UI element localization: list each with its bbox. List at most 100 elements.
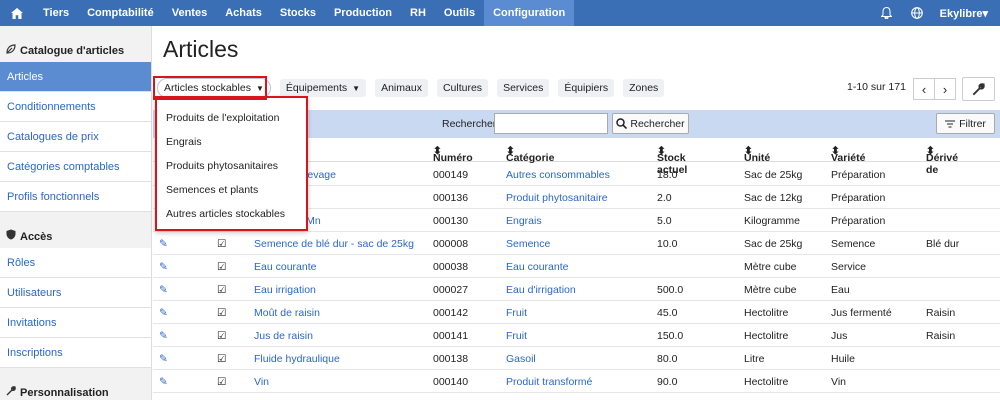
article-category-link[interactable]: Gasoil — [506, 353, 536, 365]
sidebar-section-title: Catalogue d'articles — [20, 45, 125, 57]
article-category-link[interactable]: Produit phytosanitaire — [506, 192, 608, 204]
search-label: Rechercher — [442, 118, 497, 130]
article-name-link[interactable]: Fluide hydraulique — [254, 353, 340, 365]
pencil-icon[interactable]: ✎ — [159, 330, 168, 342]
article-category-link[interactable]: Semence — [506, 238, 550, 250]
article-category-link[interactable]: Produit transformé — [506, 376, 592, 388]
page-title: Articles — [163, 36, 239, 62]
col-unite[interactable]: Unité ⬍ — [744, 145, 770, 164]
filter-icon — [945, 120, 956, 127]
sidebar-section-acces: Accès — [0, 212, 151, 248]
sidebar-item-catalogues-de-prix[interactable]: Catalogues de prix — [0, 122, 151, 152]
sidebar-section-title: Accès — [20, 231, 53, 243]
article-stock: 500.0 — [657, 284, 684, 296]
article-category-link[interactable]: Engrais — [506, 215, 542, 227]
dropdown-item-engrais[interactable]: Engrais — [157, 130, 306, 154]
article-category-link[interactable]: Fruit — [506, 330, 527, 342]
checkbox-checked-icon: ☑ — [217, 376, 227, 388]
pager-text: 1-10 sur 171 — [847, 81, 906, 93]
filter-equipements[interactable]: Équipements ▼ — [279, 79, 367, 97]
article-derived: Raisin — [926, 307, 956, 319]
sidebar-item-utilisateurs[interactable]: Utilisateurs — [0, 278, 151, 308]
sidebar-item-articles[interactable]: Articles — [0, 62, 151, 92]
article-number: 000130 — [433, 215, 469, 227]
col-derive-de[interactable]: Dérivé de ⬍ — [926, 145, 958, 176]
article-variety: Service — [831, 261, 867, 273]
filter-zones[interactable]: Zones — [623, 79, 665, 97]
nav-rh[interactable]: RH — [401, 0, 435, 26]
pencil-icon[interactable]: ✎ — [159, 353, 168, 365]
article-variety: Préparation — [831, 192, 886, 204]
settings-wrench-button[interactable] — [962, 77, 995, 101]
user-menu[interactable]: Ekylibre▾ — [932, 7, 1000, 20]
article-derived: Blé dur — [926, 238, 960, 250]
chevron-left-icon[interactable]: ‹ — [913, 78, 935, 100]
article-name-link[interactable]: Jus de raisin — [254, 330, 313, 342]
article-number: 000149 — [433, 169, 469, 181]
dropdown-item-autres-articles[interactable]: Autres articles stockables — [157, 202, 306, 226]
article-name-link[interactable]: Semence de blé dur - sac de 25kg — [254, 238, 414, 250]
pencil-icon[interactable]: ✎ — [159, 376, 168, 388]
article-variety: Huile — [831, 353, 855, 365]
dropdown-item-produits-exploitation[interactable]: Produits de l'exploitation — [157, 106, 306, 130]
article-stock: 5.0 — [657, 215, 672, 227]
wrench-icon — [6, 386, 16, 399]
pencil-icon[interactable]: ✎ — [159, 284, 168, 296]
col-stock-actuel[interactable]: Stock actuel ⬍ — [657, 145, 687, 176]
pencil-icon[interactable]: ✎ — [159, 307, 168, 319]
article-number: 000140 — [433, 376, 469, 388]
pencil-icon[interactable]: ✎ — [159, 238, 168, 250]
sidebar-item-invitations[interactable]: Invitations — [0, 308, 151, 338]
filter-animaux[interactable]: Animaux — [375, 79, 428, 97]
article-stock: 45.0 — [657, 307, 678, 319]
article-number: 000141 — [433, 330, 469, 342]
article-category-link[interactable]: Autres consommables — [506, 169, 610, 181]
sidebar-item-inscriptions[interactable]: Inscriptions — [0, 338, 151, 368]
nav-outils[interactable]: Outils — [435, 0, 484, 26]
nav-achats[interactable]: Achats — [216, 0, 271, 26]
home-icon[interactable] — [0, 0, 34, 26]
nav-production[interactable]: Production — [325, 0, 401, 26]
sidebar-section-catalogue: Catalogue d'articles — [0, 26, 151, 62]
article-category-link[interactable]: Eau d'irrigation — [506, 284, 576, 296]
article-category-link[interactable]: Fruit — [506, 307, 527, 319]
col-categorie[interactable]: Catégorie ⬍ — [506, 145, 554, 164]
sidebar-item-roles[interactable]: Rôles — [0, 248, 151, 278]
nav-stocks[interactable]: Stocks — [271, 0, 325, 26]
article-name-link[interactable]: Eau courante — [254, 261, 316, 273]
article-name-link[interactable]: Vin — [254, 376, 269, 388]
article-unit: Sac de 12kg — [744, 192, 803, 204]
nav-configuration[interactable]: Configuration — [484, 0, 575, 26]
article-name-link[interactable]: Eau irrigation — [254, 284, 316, 296]
article-stock: 10.0 — [657, 238, 678, 250]
search-button[interactable]: Rechercher — [612, 113, 689, 134]
article-category-link[interactable]: Eau courante — [506, 261, 568, 273]
sidebar-item-categories-comptables[interactable]: Catégories comptables — [0, 152, 151, 182]
checkbox-checked-icon: ☑ — [217, 261, 227, 273]
pencil-icon[interactable]: ✎ — [159, 261, 168, 273]
article-variety: Préparation — [831, 215, 886, 227]
dropdown-item-semences-plants[interactable]: Semences et plants — [157, 178, 306, 202]
nav-ventes[interactable]: Ventes — [163, 0, 216, 26]
sidebar-item-profils-fonctionnels[interactable]: Profils fonctionnels — [0, 182, 151, 212]
nav-tiers[interactable]: Tiers — [34, 0, 78, 26]
filter-button[interactable]: Filtrer — [936, 113, 995, 134]
nav-comptabilite[interactable]: Comptabilité — [78, 0, 163, 26]
sidebar-item-conditionnements[interactable]: Conditionnements — [0, 92, 151, 122]
filter-equipiers[interactable]: Équipiers — [558, 79, 615, 97]
col-variete[interactable]: Variété ⬍ — [831, 145, 865, 164]
bell-icon[interactable] — [872, 7, 902, 19]
filter-services[interactable]: Services — [497, 79, 550, 97]
article-stock: 90.0 — [657, 376, 678, 388]
chevron-right-icon[interactable]: › — [934, 78, 956, 100]
article-unit: Sac de 25kg — [744, 238, 803, 250]
table-row: ✎ ☑ Eau courante 000038 Eau courante Mètre cu… — [153, 255, 1000, 278]
checkbox-checked-icon: ☑ — [217, 307, 227, 319]
globe-icon[interactable] — [902, 7, 932, 19]
filter-cultures[interactable]: Cultures — [436, 79, 489, 97]
search-input[interactable] — [494, 113, 608, 134]
col-numero[interactable]: Numéro ⬍ — [433, 145, 473, 164]
table-row: ✎ ☑ Jus de raisin 000141 Fruit 150.0 Hectolitr… — [153, 324, 1000, 347]
dropdown-item-produits-phytosanitaires[interactable]: Produits phytosanitaires — [157, 154, 306, 178]
article-name-link[interactable]: Moût de raisin — [254, 307, 320, 319]
